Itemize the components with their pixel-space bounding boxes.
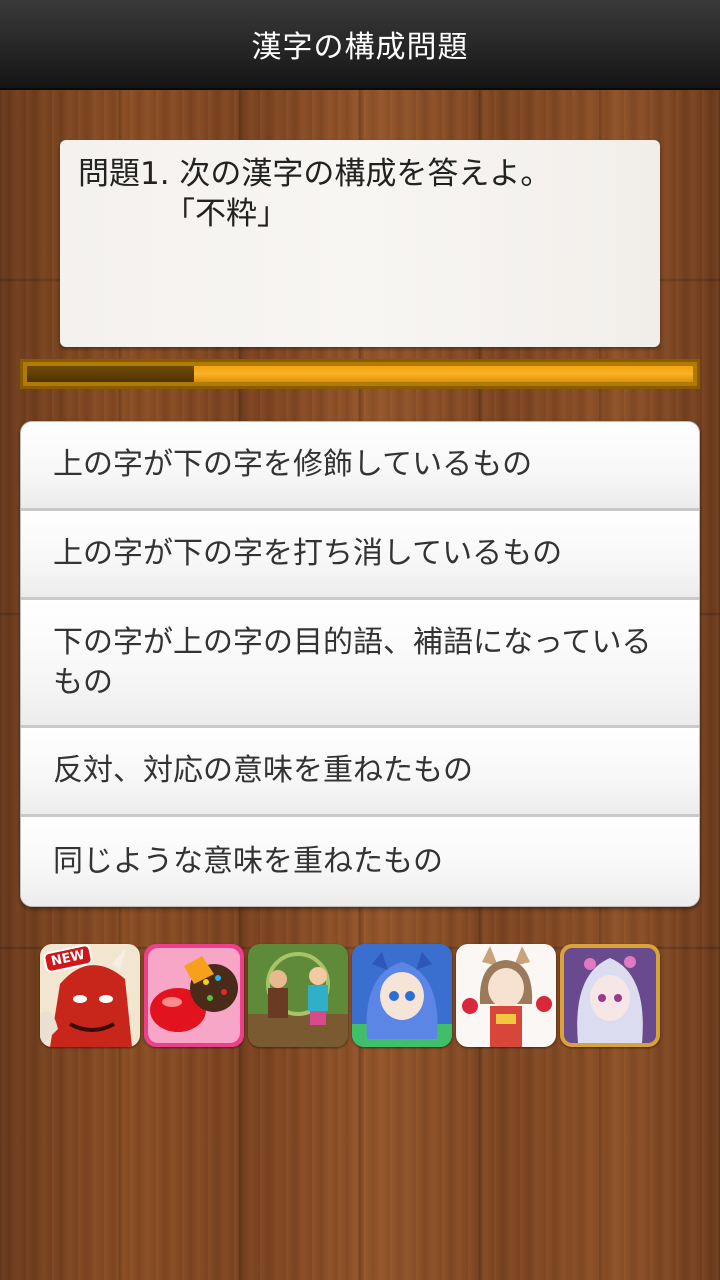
fox-girl-game-icon[interactable] — [456, 944, 556, 1047]
answer-choice-5[interactable]: 同じような意味を重ねたもの — [21, 817, 699, 906]
answer-choice-label: 反対、対応の意味を重ねたもの — [53, 753, 473, 788]
adventure-game-icon[interactable] — [248, 944, 348, 1047]
demon-game-icon[interactable]: NEW — [40, 944, 140, 1047]
answer-choice-label: 上の字が下の字を打ち消しているもの — [53, 536, 563, 571]
answer-choice-label: 下の字が上の字の目的語、補語になっているもの — [53, 624, 652, 700]
answer-choice-label: 同じような意味を重ねたもの — [53, 843, 443, 879]
time-progress-elapsed — [27, 366, 194, 382]
silver-hair-game-icon[interactable] — [560, 944, 660, 1047]
answer-choice-label: 上の字が下の字を修飾しているもの — [53, 447, 533, 482]
page-title: 漢字の構成問題 — [251, 30, 469, 65]
blue-girl-game-icon[interactable] — [352, 944, 452, 1047]
answer-choice-4[interactable]: 反対、対応の意味を重ねたもの — [21, 728, 699, 817]
candy-game-icon[interactable] — [144, 944, 244, 1047]
answer-choice-2[interactable]: 上の字が下の字を打ち消しているもの — [21, 511, 699, 600]
time-progress-bar — [20, 359, 700, 389]
ad-banner: NEW — [40, 944, 680, 1047]
title-bar: 漢字の構成問題 — [0, 0, 720, 90]
time-progress-track — [27, 366, 693, 382]
question-box: 問題1. 次の漢字の構成を答えよ。 「不粋」 — [60, 140, 660, 347]
answer-choice-1[interactable]: 上の字が下の字を修飾しているもの — [21, 422, 699, 511]
answer-choices: 上の字が下の字を修飾しているもの 上の字が下の字を打ち消しているもの 下の字が上… — [20, 421, 700, 907]
question-kanji: 「不粋」 — [164, 196, 288, 232]
answer-choice-3[interactable]: 下の字が上の字の目的語、補語になっているもの — [21, 600, 699, 728]
question-text: 問題1. 次の漢字の構成を答えよ。 — [78, 156, 552, 192]
